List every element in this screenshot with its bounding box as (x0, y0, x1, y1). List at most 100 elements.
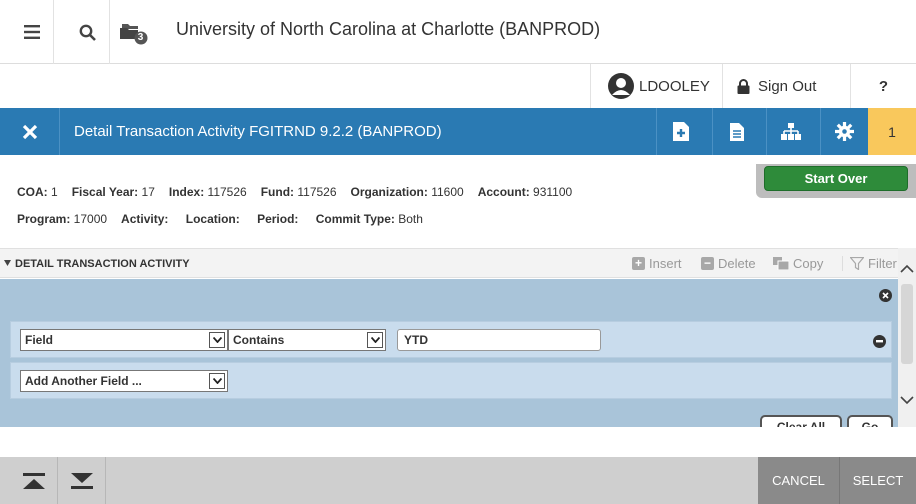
select-button[interactable]: SELECT (840, 457, 916, 504)
add-document-icon (672, 122, 689, 141)
filter-operator-select[interactable]: Contains (228, 329, 386, 351)
add-document-button[interactable] (656, 108, 704, 155)
filter-field-value: Field (25, 333, 54, 347)
chevron-down-icon (367, 332, 383, 348)
section-header: DETAIL TRANSACTION ACTIVITY + Insert − D… (0, 248, 898, 278)
notification-counter[interactable]: 1 (868, 108, 916, 155)
key-label: Period: (257, 212, 299, 226)
key-value: 931100 (529, 185, 573, 199)
delete-label: Delete (718, 256, 756, 271)
clear-all-button[interactable]: Clear All (760, 415, 842, 427)
copy-icon (773, 257, 789, 270)
recent-items-button[interactable]: 3 (112, 0, 156, 64)
key-label: Activity: (121, 212, 169, 226)
key-label: Location: (185, 212, 240, 226)
filter-criteria-row: Field Contains YTD (10, 321, 892, 358)
copy-button[interactable]: Copy (773, 256, 823, 271)
key-label: Fiscal Year: (71, 185, 139, 199)
go-button[interactable]: Go (847, 415, 893, 427)
first-record-button[interactable] (10, 457, 58, 504)
recent-items-badge: 3 (137, 32, 144, 43)
collapse-triangle-icon[interactable] (4, 260, 11, 266)
help-button[interactable]: ? (850, 64, 916, 108)
key-label: Account: (477, 185, 530, 199)
start-over-button[interactable]: Start Over (764, 166, 908, 191)
copy-label: Copy (793, 256, 824, 271)
filter-panel-header (0, 279, 898, 315)
key-label: Program: (17, 212, 71, 226)
help-icon: ? (878, 77, 889, 95)
close-icon (22, 124, 37, 139)
top-bar: 3 University of North Carolina at Charlo… (0, 0, 916, 64)
close-circle-icon (882, 292, 889, 299)
last-page-icon (70, 472, 93, 489)
settings-button[interactable] (820, 108, 868, 155)
lock-icon (737, 78, 750, 94)
gear-icon (835, 122, 854, 141)
sign-out-button[interactable]: Sign Out (722, 64, 850, 108)
key-label: Index: (168, 185, 205, 199)
page-title: Detail Transaction Activity FGITRND 9.2.… (74, 123, 442, 140)
page-header: Detail Transaction Activity FGITRND 9.2.… (0, 108, 916, 155)
filter-label: Filter (868, 256, 897, 271)
section-title: DETAIL TRANSACTION ACTIVITY (15, 258, 190, 270)
delete-button[interactable]: − Delete (701, 256, 756, 271)
scrollbar-thumb[interactable] (901, 284, 913, 364)
key-value: Both (394, 212, 423, 226)
footer-bar: CANCEL SELECT (0, 457, 916, 504)
key-value: 11600 (427, 185, 464, 199)
first-page-icon (22, 472, 45, 489)
insert-label: Insert (649, 256, 682, 271)
key-value (298, 212, 301, 226)
filter-button[interactable]: Filter (842, 256, 897, 271)
add-field-value: Add Another Field ... (25, 374, 142, 388)
search-button[interactable] (66, 0, 110, 64)
chevron-down-icon (209, 373, 225, 389)
scroll-down-icon[interactable] (900, 396, 914, 405)
close-page-button[interactable] (0, 108, 60, 155)
cancel-button[interactable]: CANCEL (758, 457, 840, 504)
key-value (168, 212, 171, 226)
plus-icon: + (632, 257, 645, 270)
filter-actions: Clear All Go (0, 410, 898, 427)
remove-criteria-button[interactable] (873, 335, 886, 348)
key-block-line-1: COA: 1 Fiscal Year: 17 Index: 117526 Fund: … (17, 185, 586, 199)
sitemap-icon (780, 122, 801, 140)
close-filter-button[interactable] (879, 289, 892, 302)
sign-out-label: Sign Out (758, 77, 817, 95)
user-name: LDOOLEY (639, 77, 710, 95)
filter-field-select[interactable]: Field (20, 329, 228, 351)
user-bar: LDOOLEY Sign Out ? (0, 64, 916, 108)
menu-button[interactable] (10, 0, 54, 64)
filter-panel: Field Contains YTD Add Another Field ... (0, 279, 898, 427)
add-field-row: Add Another Field ... (10, 362, 892, 399)
key-label: Commit Type: (315, 212, 395, 226)
next-section-button[interactable] (58, 457, 106, 504)
key-label: COA: (17, 185, 48, 199)
minus-icon: − (701, 257, 714, 270)
related-button[interactable] (712, 108, 760, 155)
minus-circle-icon (876, 340, 883, 343)
add-field-select[interactable]: Add Another Field ... (20, 370, 228, 392)
key-value: 117526 (204, 185, 247, 199)
key-value: 17 (138, 185, 155, 199)
key-label: Organization: (350, 185, 428, 199)
document-icon (729, 122, 744, 141)
key-block-line-2: Program: 17000 Activity: Location: Period… (17, 212, 437, 226)
key-value (240, 212, 243, 226)
tools-button[interactable] (766, 108, 814, 155)
vertical-scrollbar[interactable] (898, 248, 916, 427)
scroll-up-icon[interactable] (900, 264, 914, 273)
chevron-down-icon (209, 332, 225, 348)
search-icon (79, 24, 96, 41)
key-value: 117526 (294, 185, 337, 199)
user-profile-button[interactable]: LDOOLEY (590, 64, 722, 108)
user-avatar-icon (608, 73, 634, 99)
key-value: 17000 (70, 212, 108, 226)
filter-value-input[interactable]: YTD (397, 329, 601, 351)
hamburger-icon (23, 25, 40, 39)
filter-icon (850, 257, 864, 270)
key-value: 1 (47, 185, 58, 199)
key-label: Fund: (260, 185, 295, 199)
insert-button[interactable]: + Insert (632, 256, 682, 271)
